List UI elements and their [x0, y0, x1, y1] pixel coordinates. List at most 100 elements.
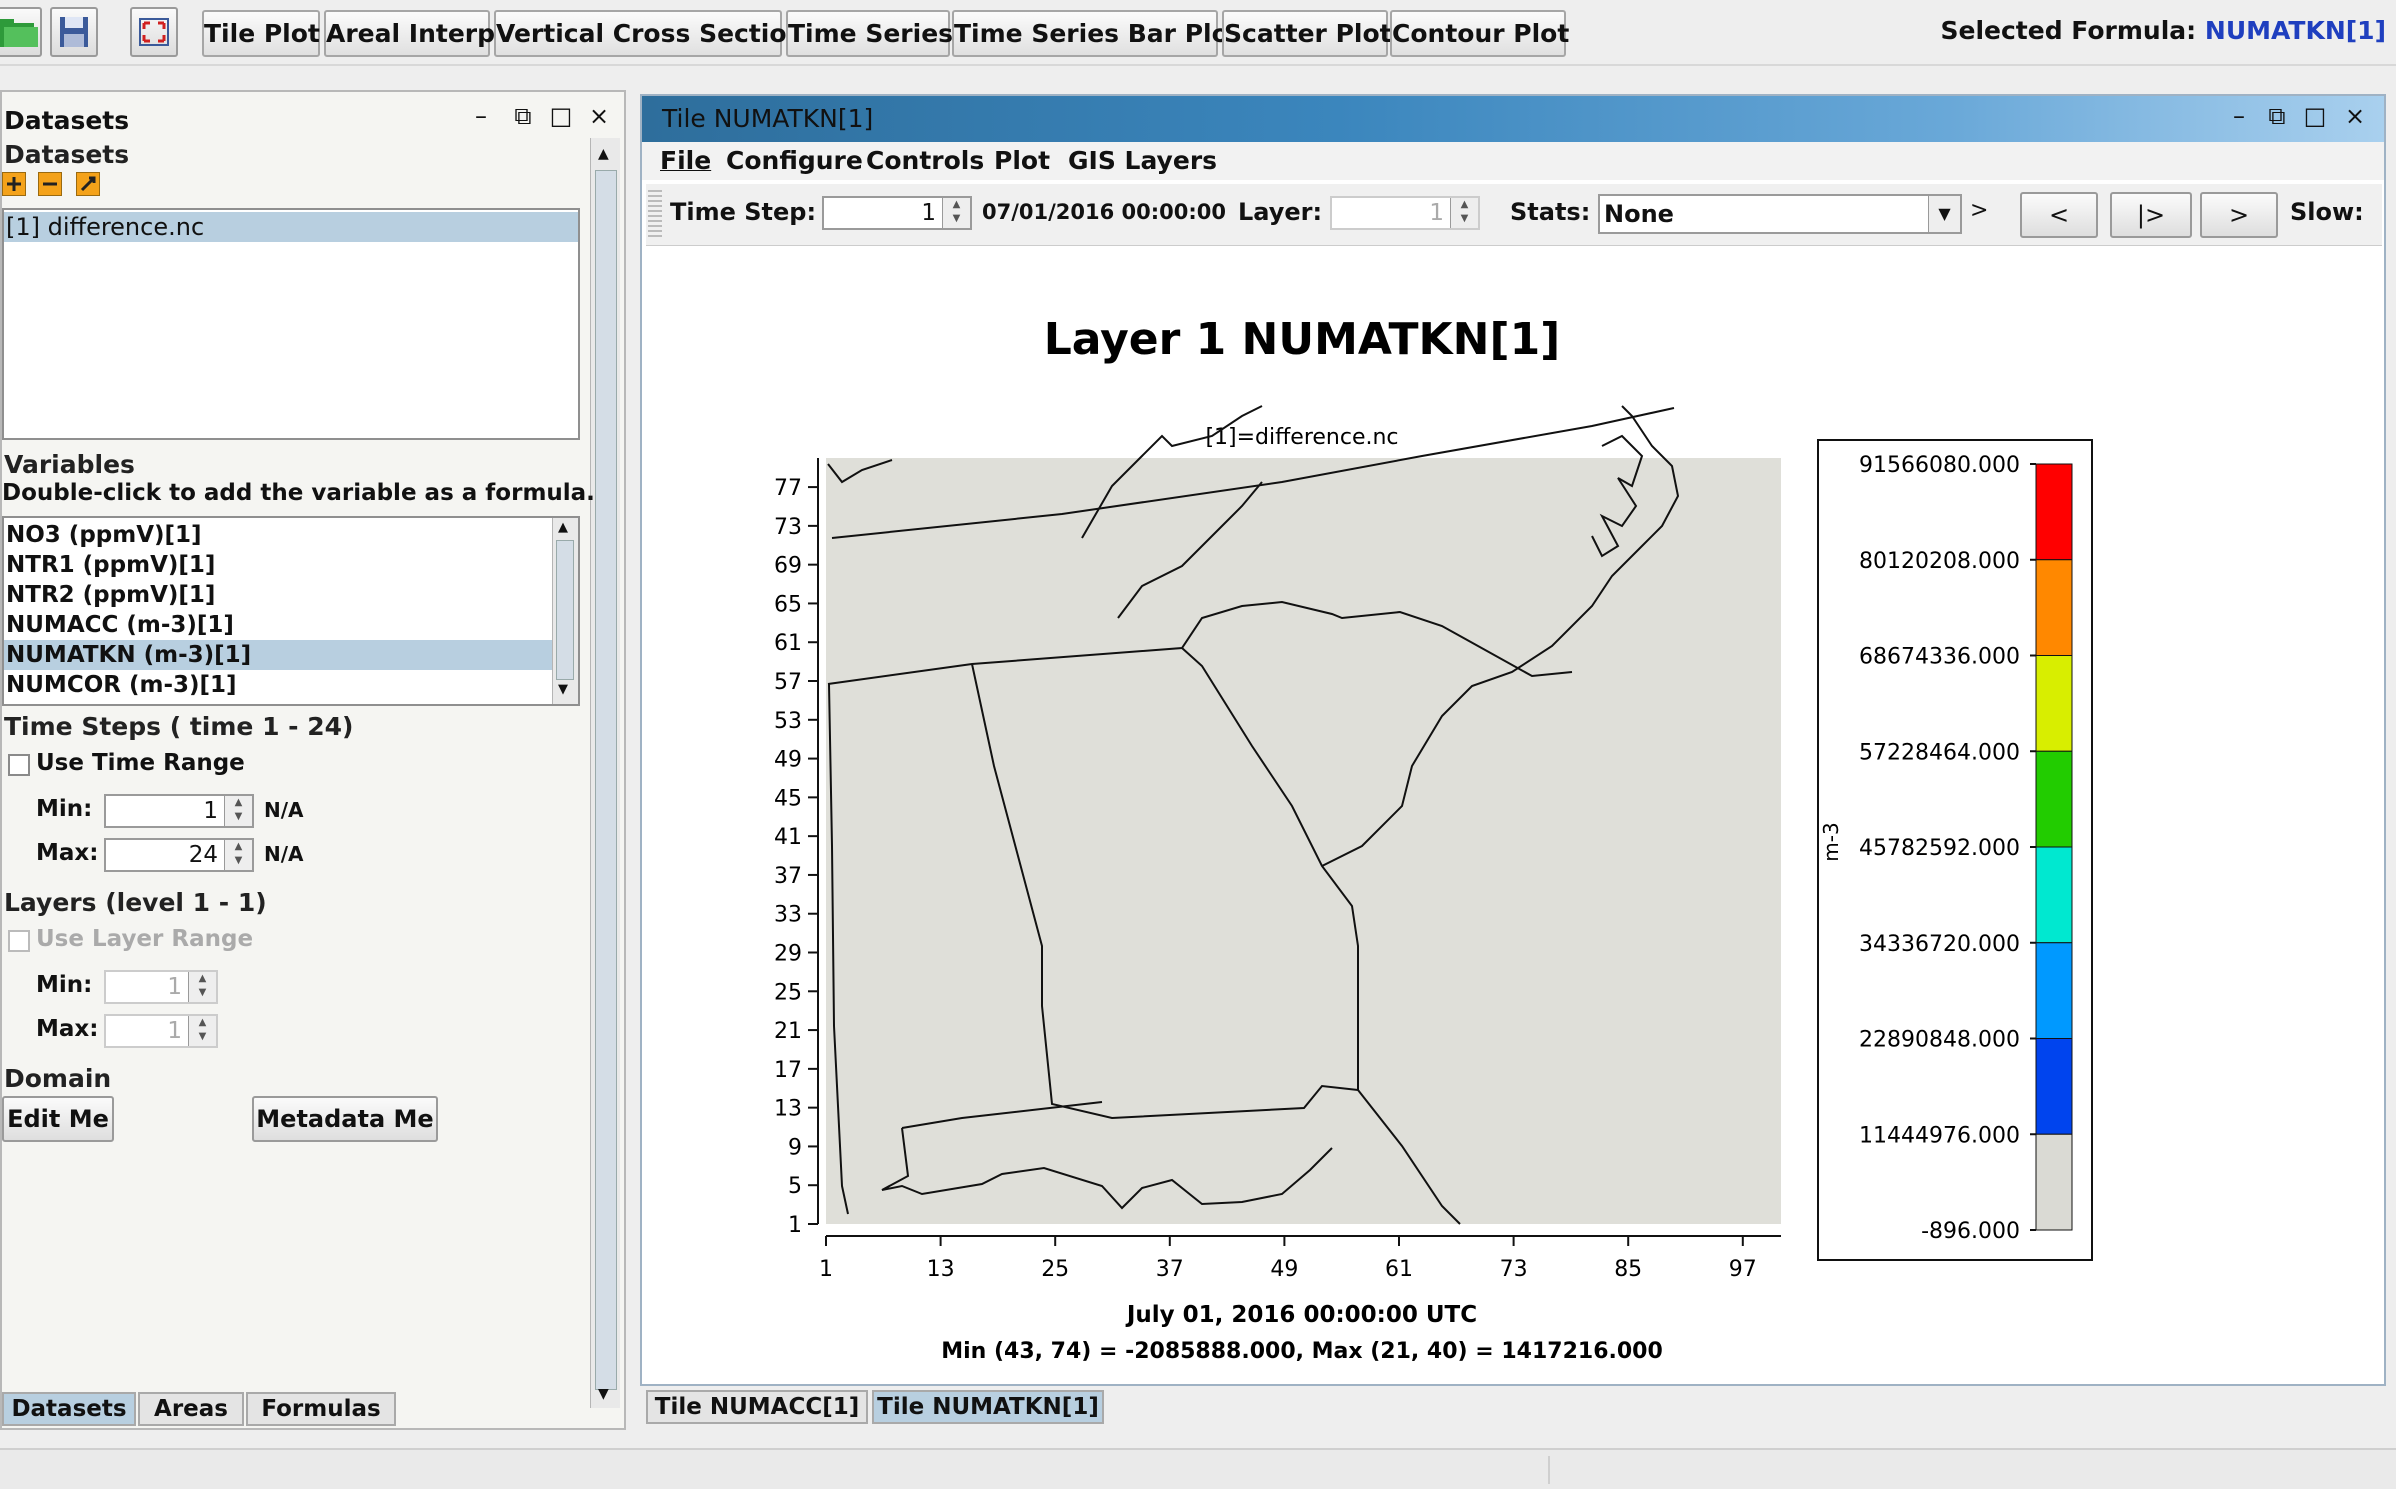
prev-step-button[interactable]: <	[2020, 192, 2098, 238]
variable-item[interactable]: NUMACC (m-3)[1]	[4, 610, 234, 640]
tab-areas[interactable]: Areas	[138, 1392, 244, 1426]
legend-value-label: 91566080.000	[1859, 453, 2020, 478]
open-folder-icon[interactable]	[0, 7, 42, 57]
datasets-panel-title: Datasets	[4, 106, 130, 135]
chevron-down-icon[interactable]: ▼	[1928, 196, 1960, 232]
restore-icon[interactable]: ⧉	[508, 102, 538, 130]
save-icon[interactable]	[50, 7, 98, 57]
menu-gis-layers[interactable]: GIS Layers	[1068, 146, 1217, 175]
use-time-range-label: Use Time Range	[36, 750, 245, 776]
variables-scrollbar[interactable]: ▲ ▼	[552, 518, 578, 704]
spinner-arrows-icon[interactable]: ▲ ▼	[224, 840, 252, 870]
chart-subtitle: [1]=difference.nc	[1205, 425, 1398, 450]
spinner-arrows-icon[interactable]: ▲ ▼	[1450, 198, 1478, 228]
panel-scrollbar[interactable]: ▲ ▼	[590, 138, 620, 1408]
time-max-value: 24	[188, 842, 218, 868]
chart-caption-stats: Min (43, 74) = -2085888.000, Max (21, 40…	[941, 1339, 1663, 1364]
add-dataset-icon[interactable]	[2, 172, 26, 196]
tab-datasets[interactable]: Datasets	[2, 1392, 136, 1426]
use-layer-range-checkbox[interactable]	[8, 930, 30, 952]
vertical-cross-section-button[interactable]: Vertical Cross Section	[494, 10, 804, 57]
menu-controls[interactable]: Controls	[866, 146, 984, 175]
metadata-me-button[interactable]: Metadata Me	[252, 1096, 438, 1142]
tab-tile-numacc[interactable]: Tile NUMACC[1]	[646, 1390, 868, 1424]
tab-tile-numatkn[interactable]: Tile NUMATKN[1]	[872, 1390, 1104, 1424]
areal-interp-button[interactable]: Areal Interp	[324, 10, 495, 57]
variable-item-selected[interactable]: NUMATKN (m-3)[1]	[4, 640, 552, 670]
time-max-spinner[interactable]: 24 ▲ ▼	[104, 838, 254, 872]
legend-color-swatch	[2035, 750, 2073, 848]
menu-configure[interactable]: Configure	[726, 146, 863, 175]
y-axis: 1 5 9 13 17 21 25 29 33 37 41 45 49 53 57 61 65 69 73 77	[774, 458, 819, 1238]
scroll-up-icon[interactable]: ▲	[558, 520, 568, 535]
scrollbar-thumb[interactable]	[595, 170, 617, 1390]
edit-me-button[interactable]: Edit Me	[2, 1096, 114, 1142]
variable-item[interactable]: NTR2 (ppmV)[1]	[4, 580, 215, 610]
spinner-arrows-icon[interactable]: ▲ ▼	[188, 972, 216, 1002]
dataset-item[interactable]: [1] difference.nc	[4, 212, 578, 242]
layer-spinner[interactable]: 1 ▲ ▼	[1330, 196, 1480, 230]
edit-dataset-icon[interactable]	[76, 172, 100, 196]
time-series-button[interactable]: Time Series	[786, 10, 953, 57]
time-steps-group-label: Time Steps ( time 1 - 24)	[4, 712, 354, 741]
x-tick-label: 1	[819, 1257, 833, 1282]
legend-color-swatch	[2035, 1038, 2073, 1135]
menu-plot[interactable]: Plot	[994, 146, 1050, 175]
time-step-spinner[interactable]: 1 ▲ ▼	[822, 196, 972, 230]
contour-plot-button[interactable]: Contour Plot	[1390, 10, 1569, 57]
close-icon[interactable]: ×	[584, 102, 614, 130]
time-max-na: N/A	[264, 842, 304, 866]
maximize-icon[interactable]: □	[546, 102, 576, 130]
menu-file[interactable]: File	[660, 146, 711, 175]
time-min-spinner[interactable]: 1 ▲ ▼	[104, 794, 254, 828]
variable-item[interactable]: NO3 (ppmV)[1]	[4, 520, 202, 550]
selected-formula-value: NUMATKN[1]	[2204, 16, 2386, 45]
layer-min-spinner[interactable]: 1 ▲ ▼	[104, 970, 218, 1004]
plot-window-titlebar[interactable]: Tile NUMATKN[1] – ⧉ □ ×	[642, 96, 2384, 142]
x-tick-label: 49	[1270, 1257, 1298, 1282]
y-tick-label: 77	[774, 476, 802, 501]
main-toolbar: Tile Plot Areal Interp Vertical Cross Se…	[0, 0, 2396, 66]
stats-dropdown[interactable]: None ▼	[1598, 194, 1962, 234]
tile-plot-window: Tile NUMATKN[1] – ⧉ □ × File Configure C…	[640, 94, 2386, 1424]
spinner-arrows-icon[interactable]: ▲ ▼	[188, 1016, 216, 1046]
scroll-down-icon[interactable]: ▼	[558, 682, 568, 697]
scroll-up-icon[interactable]: ▲	[598, 146, 609, 162]
spinner-arrows-icon[interactable]: ▲ ▼	[224, 796, 252, 826]
maximize-icon[interactable]: □	[2300, 102, 2330, 130]
next-step-button[interactable]: >	[2200, 192, 2278, 238]
time-min-label: Min:	[36, 796, 93, 822]
remove-dataset-icon[interactable]	[38, 172, 62, 196]
use-time-range-checkbox[interactable]	[8, 754, 30, 776]
x-tick-label: 37	[1156, 1257, 1184, 1282]
y-tick-label: 57	[774, 670, 802, 695]
tab-formulas[interactable]: Formulas	[246, 1392, 396, 1426]
time-step-value: 1	[921, 200, 936, 226]
datasets-panel: Datasets – ⧉ □ × Datasets [1] difference…	[0, 90, 626, 1430]
chart-caption-time: July 01, 2016 00:00:00 UTC	[1125, 1302, 1477, 1328]
restore-icon[interactable]: ⧉	[2262, 102, 2292, 130]
spinner-arrows-icon[interactable]: ▲ ▼	[942, 198, 970, 228]
x-tick-label: 73	[1500, 1257, 1528, 1282]
status-divider	[1548, 1456, 1550, 1484]
close-icon[interactable]: ×	[2340, 102, 2370, 130]
variable-item[interactable]: NUMCOR (m-3)[1]	[4, 670, 237, 700]
legend-color-swatch	[2035, 463, 2073, 561]
fullscreen-icon[interactable]	[130, 7, 178, 57]
scatter-plot-button[interactable]: Scatter Plot	[1222, 10, 1392, 57]
minimize-icon[interactable]: –	[466, 102, 496, 130]
layer-max-spinner[interactable]: 1 ▲ ▼	[104, 1014, 218, 1048]
minimize-icon[interactable]: –	[2224, 102, 2254, 130]
plot-window-title: Tile NUMATKN[1]	[662, 104, 874, 133]
drag-handle[interactable]	[648, 190, 662, 240]
scroll-down-icon[interactable]: ▼	[598, 1386, 609, 1402]
scrollbar-thumb[interactable]	[556, 540, 574, 680]
time-series-bar-plot-button[interactable]: Time Series Bar Plot	[952, 10, 1241, 57]
variables-list[interactable]: NO3 (ppmV)[1] NTR1 (ppmV)[1] NTR2 (ppmV)…	[2, 516, 580, 706]
datasets-list[interactable]: [1] difference.nc	[2, 208, 580, 440]
layer-value: 1	[1429, 200, 1444, 226]
data-field	[826, 458, 1781, 1224]
variable-item[interactable]: NTR1 (ppmV)[1]	[4, 550, 215, 580]
play-button[interactable]: |>	[2110, 192, 2192, 238]
tile-plot-button[interactable]: Tile Plot	[202, 10, 320, 57]
